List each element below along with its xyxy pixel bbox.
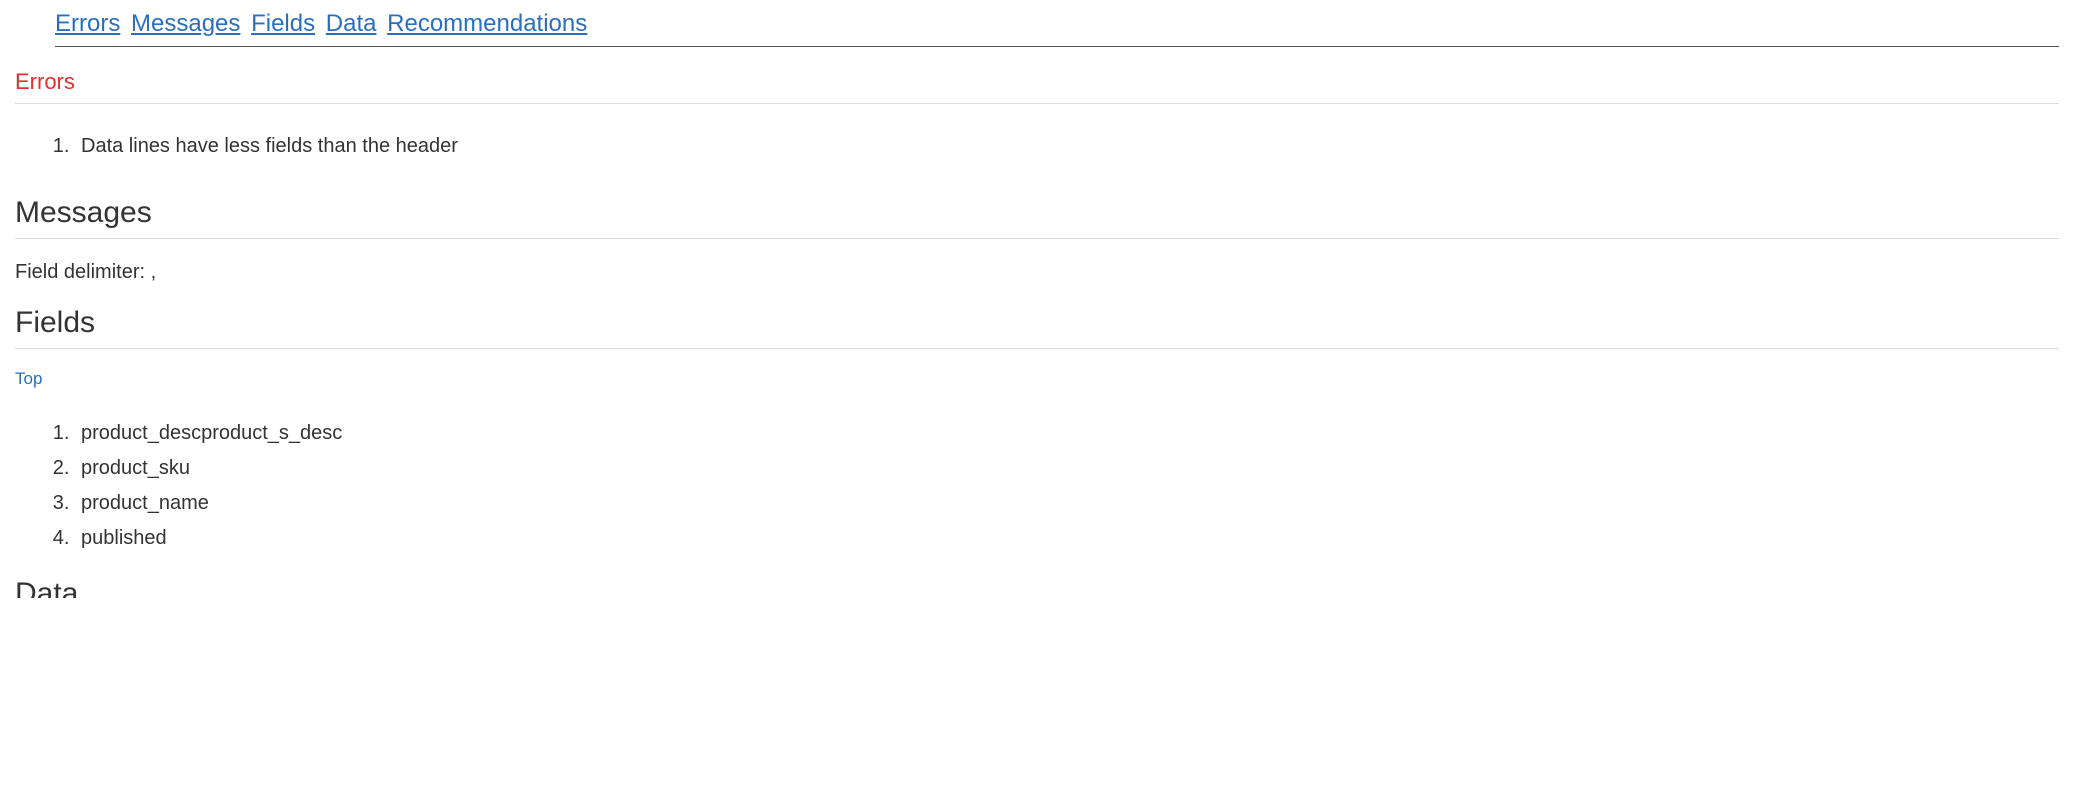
field-delimiter-line: Field delimiter: , (15, 261, 2059, 284)
errors-list: Data lines have less fields than the hea… (75, 129, 2059, 164)
messages-heading: Messages (15, 184, 2059, 239)
fields-heading: Fields (15, 294, 2059, 349)
nav-link-data[interactable]: Data (326, 10, 377, 37)
field-item: product_sku (75, 451, 2059, 486)
nav-link-errors[interactable]: Errors (55, 10, 120, 37)
errors-heading: Errors (15, 57, 2059, 104)
nav-tabs: Errors Messages Fields Data Recommendati… (55, 10, 2059, 47)
nav-link-messages[interactable]: Messages (131, 10, 240, 37)
nav-link-recommendations[interactable]: Recommendations (387, 10, 587, 37)
field-item: product_descproduct_s_desc (75, 416, 2059, 451)
error-item: Data lines have less fields than the hea… (75, 129, 2059, 164)
fields-list: product_descproduct_s_desc product_sku p… (75, 416, 2059, 556)
nav-link-fields[interactable]: Fields (251, 10, 315, 37)
field-item: published (75, 521, 2059, 556)
data-heading: Data (15, 576, 2059, 598)
field-item: product_name (75, 486, 2059, 521)
top-link[interactable]: Top (15, 369, 42, 389)
